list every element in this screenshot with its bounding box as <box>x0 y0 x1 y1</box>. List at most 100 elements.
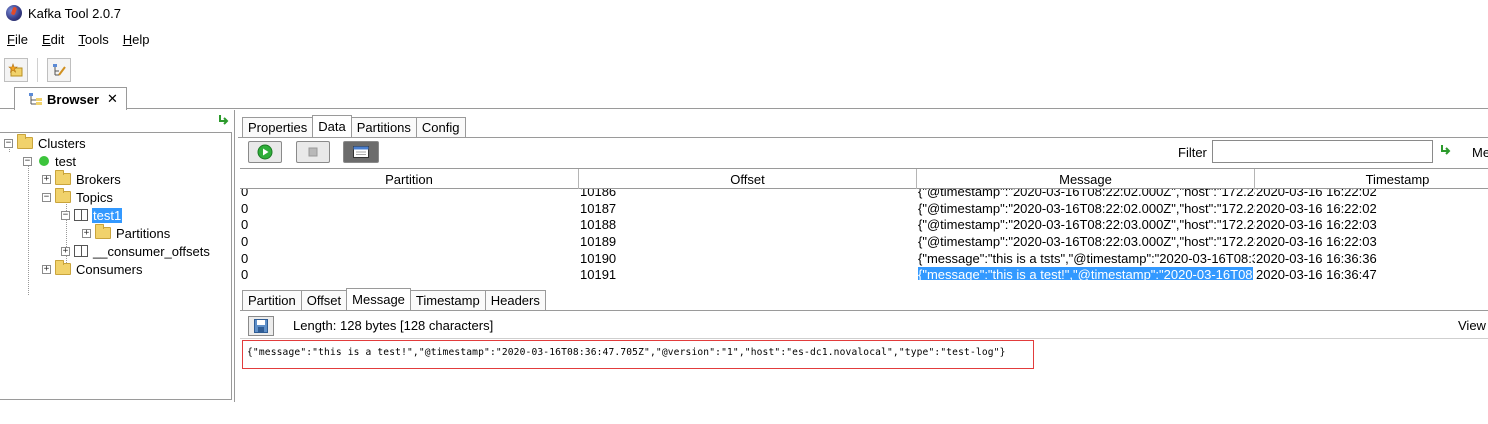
cell-timestamp: 2020-03-16 16:22:03 <box>1256 217 1377 233</box>
topic-detail-panel: Properties Data Partitions Config Filter… <box>238 110 1488 404</box>
expand-icon[interactable]: + <box>61 246 70 256</box>
expand-icon[interactable]: + <box>42 264 51 274</box>
browser-tree-icon <box>29 93 42 105</box>
cell-timestamp: 2020-03-16 16:22:02 <box>1256 200 1377 216</box>
cluster-tree: − Clusters − test + Brokers − Topics − t… <box>0 132 232 400</box>
apply-filter-icon[interactable] <box>1440 144 1452 159</box>
topic-tabs: Properties Data Partitions Config <box>242 115 466 137</box>
menu-file[interactable]: File <box>7 32 28 47</box>
filter-input[interactable] <box>1212 140 1433 163</box>
tab-headers[interactable]: Headers <box>484 290 546 310</box>
stop-icon <box>308 147 318 157</box>
tree-item-brokers[interactable]: + Brokers <box>42 170 122 188</box>
tab-partition[interactable]: Partition <box>242 290 302 310</box>
tab-timestamp[interactable]: Timestamp <box>409 290 486 310</box>
collapse-icon[interactable]: − <box>4 138 13 148</box>
window-icon <box>353 146 369 158</box>
play-button[interactable] <box>248 141 282 163</box>
table-body-viewport: 0 10186 {"@timestamp":"2020-03-16T08:22:02… <box>240 189 1488 280</box>
tree-edit-button[interactable] <box>47 58 71 82</box>
title-bar: Kafka Tool 2.0.7 <box>0 0 1488 26</box>
view-toggle-button[interactable] <box>343 141 379 163</box>
table-row[interactable]: 0 10191 {"message":"this is a test!","@tim… <box>240 266 1488 280</box>
expand-icon[interactable]: + <box>42 174 51 184</box>
table-row[interactable]: 0 10187 {"@timestamp":"2020-03-16T08:22:02… <box>240 200 1488 217</box>
cell-offset: 10186 <box>580 189 617 199</box>
collapse-icon[interactable]: − <box>23 156 32 166</box>
tab-offset[interactable]: Offset <box>300 290 348 310</box>
kafka-tool-app-icon <box>6 5 22 21</box>
cell-message: {"message":"this is a tsts","@timestamp"… <box>918 250 1255 266</box>
table-row[interactable]: 0 10186 {"@timestamp":"2020-03-16T08:22:02… <box>240 189 1488 200</box>
message-content-area[interactable]: {"message":"this is a test!","@timestamp… <box>240 338 1488 404</box>
tab-data[interactable]: Data <box>312 115 352 137</box>
cell-offset: 10190 <box>580 250 617 266</box>
message-detail-tabs: Partition Offset Message Timestamp Heade… <box>242 288 546 310</box>
tree-item-topics[interactable]: − Topics <box>42 188 114 206</box>
filter-more-label: Me <box>1472 145 1488 160</box>
tree-item-topic-test1[interactable]: − test1 <box>61 206 123 224</box>
tree-item-partitions[interactable]: + Partitions <box>82 224 171 242</box>
cell-timestamp: 2020-03-16 16:22:02 <box>1256 189 1377 199</box>
tab-browser-label: Browser <box>47 91 100 107</box>
column-header-partition[interactable]: Partition <box>240 169 579 189</box>
table-row[interactable]: 0 10190 {"message":"this is a tsts","@time… <box>240 250 1488 267</box>
cell-message: {"@timestamp":"2020-03-16T08:22:03.000Z"… <box>918 217 1255 233</box>
refresh-icon[interactable] <box>218 114 230 129</box>
menu-help[interactable]: Help <box>123 32 150 47</box>
toolbar <box>0 55 1488 85</box>
table-body: 0 10186 {"@timestamp":"2020-03-16T08:22:02… <box>240 189 1488 280</box>
main-tab-strip: Browser ✕ <box>0 87 1488 110</box>
cell-timestamp: 2020-03-16 16:36:47 <box>1256 267 1377 280</box>
message-detail: Length: 128 bytes [128 characters] View … <box>240 310 1488 424</box>
play-icon <box>257 144 273 160</box>
tab-properties[interactable]: Properties <box>242 117 314 137</box>
collapse-icon[interactable]: − <box>61 210 70 220</box>
expand-icon[interactable]: + <box>82 228 91 238</box>
messages-table: Partition Offset Message Timestamp 0 1018… <box>240 168 1488 280</box>
folder-icon <box>55 260 71 275</box>
window-title: Kafka Tool 2.0.7 <box>28 5 121 21</box>
tree-item-consumer-offsets[interactable]: + __consumer_offsets <box>61 242 211 260</box>
cluster-browser-panel: − Clusters − test + Brokers − Topics − t… <box>0 110 235 402</box>
table-row[interactable]: 0 10189 {"@timestamp":"2020-03-16T08:22:03… <box>240 233 1488 250</box>
tab-message[interactable]: Message <box>346 288 411 310</box>
message-text: {"message":"this is a test!","@timestamp… <box>247 347 1006 358</box>
cell-offset: 10188 <box>580 217 617 233</box>
column-header-timestamp[interactable]: Timestamp <box>1255 169 1488 189</box>
view-format-label[interactable]: View <box>1458 318 1486 333</box>
stop-button[interactable] <box>296 141 330 163</box>
cell-partition: 0 <box>241 250 249 266</box>
save-icon <box>254 319 268 333</box>
tree-item-cluster-test[interactable]: − test <box>23 152 77 170</box>
collapse-icon[interactable]: − <box>42 192 51 202</box>
column-header-offset[interactable]: Offset <box>579 169 917 189</box>
tab-config[interactable]: Config <box>415 117 466 137</box>
cell-offset: 10187 <box>580 200 617 216</box>
folder-icon <box>55 170 71 185</box>
cell-message: {"@timestamp":"2020-03-16T08:22:02.000Z"… <box>918 200 1255 216</box>
close-icon[interactable]: ✕ <box>107 91 118 107</box>
cell-message: {"@timestamp":"2020-03-16T08:22:02.000Z"… <box>918 189 1255 199</box>
add-cluster-button[interactable] <box>4 58 28 82</box>
menu-bar: File Edit Tools Help <box>0 28 1488 50</box>
column-header-message[interactable]: Message <box>917 169 1255 189</box>
cell-timestamp: 2020-03-16 16:36:36 <box>1256 250 1377 266</box>
table-header: Partition Offset Message Timestamp <box>240 169 1488 189</box>
tab-browser[interactable]: Browser ✕ <box>14 87 127 110</box>
cluster-online-icon <box>39 156 49 166</box>
table-row[interactable]: 0 10188 {"@timestamp":"2020-03-16T08:22:03… <box>240 216 1488 233</box>
tree-item-clusters[interactable]: − Clusters <box>4 134 87 152</box>
cell-partition: 0 <box>241 200 249 216</box>
cell-partition: 0 <box>241 189 249 199</box>
tree-edit-icon <box>53 64 66 76</box>
cell-offset: 10189 <box>580 233 617 249</box>
toolbar-separator <box>37 58 38 82</box>
tab-partitions[interactable]: Partitions <box>350 117 417 137</box>
menu-tools[interactable]: Tools <box>78 32 108 47</box>
save-message-button[interactable] <box>248 316 274 336</box>
cell-partition: 0 <box>241 267 249 280</box>
menu-edit[interactable]: Edit <box>42 32 64 47</box>
folder-open-icon <box>17 134 33 149</box>
tree-item-consumers[interactable]: + Consumers <box>42 260 143 278</box>
